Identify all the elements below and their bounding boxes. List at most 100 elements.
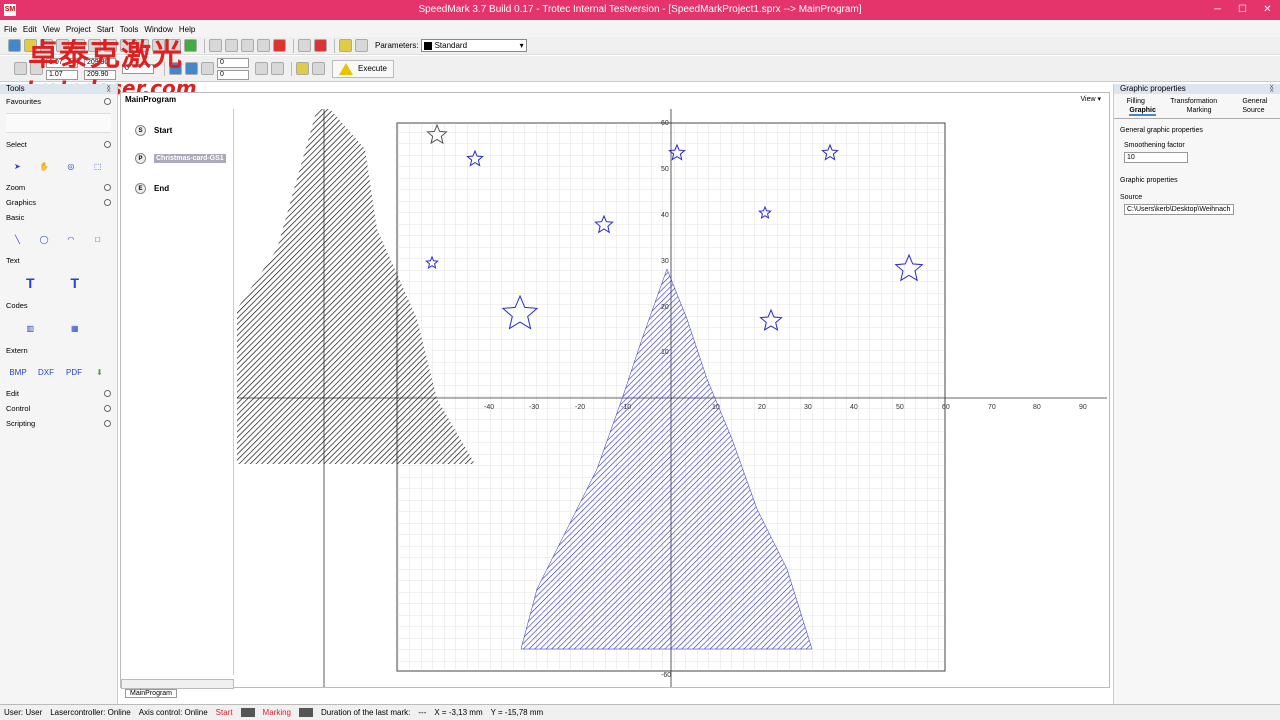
marquee-icon[interactable]: ⬚: [90, 158, 105, 174]
line-icon[interactable]: ╲: [10, 231, 25, 247]
main-toolbar: Parameters: Standard ▾: [0, 37, 1280, 55]
x-tick-label: -30: [529, 404, 539, 411]
section-select[interactable]: Select: [0, 137, 117, 152]
tab-marking[interactable]: Marking: [1187, 107, 1212, 116]
menu-file[interactable]: File: [4, 25, 17, 34]
section-codes: Codes: [0, 298, 117, 313]
chevron-down-icon[interactable]: [271, 62, 284, 75]
expand-icon[interactable]: [104, 98, 111, 105]
tab-graphic[interactable]: Graphic: [1129, 107, 1156, 116]
circle-icon[interactable]: ◯: [37, 231, 52, 247]
x-tick-label: 50: [896, 404, 904, 411]
qrcode-icon[interactable]: ▦: [67, 320, 83, 336]
tree-scrollbar[interactable]: [121, 679, 234, 689]
marking-indicator: [299, 708, 313, 717]
section-text: Text: [0, 253, 117, 268]
stop-icon[interactable]: [273, 39, 286, 52]
preview-eye-icon[interactable]: [298, 39, 311, 52]
pointer-icon[interactable]: ➤: [10, 158, 25, 174]
tab-source[interactable]: Source: [1242, 107, 1264, 116]
tab-filling[interactable]: Filling: [1127, 98, 1145, 105]
close-icon[interactable]: ✕: [1255, 0, 1280, 20]
codes-label: Codes: [6, 301, 28, 310]
graphics-label: Graphics: [6, 198, 37, 207]
expand-icon[interactable]: [104, 199, 111, 206]
pen-icon[interactable]: [296, 62, 309, 75]
settings-gear-icon[interactable]: [184, 39, 197, 52]
design-canvas[interactable]: -40 -30 -20 -10 10 20 30 40 50 60 70 80 90 60 50 40 30 2…: [237, 109, 1107, 687]
parameters-select[interactable]: Standard ▾: [420, 39, 527, 52]
expand-icon[interactable]: [104, 420, 111, 427]
tab-transformation[interactable]: Transformation: [1170, 98, 1217, 105]
offset-x-input[interactable]: 0: [217, 57, 249, 68]
tab-general[interactable]: General: [1242, 98, 1267, 105]
expand-icon[interactable]: [104, 405, 111, 412]
rotate-icon[interactable]: [255, 62, 268, 75]
tree-node-end[interactable]: E End: [135, 183, 169, 194]
section-favourites[interactable]: Favourites: [0, 94, 117, 109]
hand-icon[interactable]: ✋: [37, 158, 52, 174]
pdf-import-icon[interactable]: PDF: [66, 364, 82, 380]
align-left-icon[interactable]: [209, 39, 222, 52]
section-edit[interactable]: Edit: [0, 386, 117, 401]
arc-icon[interactable]: ◠: [64, 231, 79, 247]
align-center-icon[interactable]: [225, 39, 238, 52]
x-tick-label: -10: [621, 404, 631, 411]
mirror-vertical-icon[interactable]: [185, 62, 198, 75]
text-on-path-icon[interactable]: T: [67, 275, 83, 291]
control-label: Control: [6, 404, 31, 413]
source-input[interactable]: C:\Users\kerb\Desktop\Weihnach: [1124, 204, 1234, 215]
expand-icon[interactable]: [104, 184, 111, 191]
text-tools: T T: [0, 268, 117, 298]
extern-tools: BMP DXF PDF ⬇: [0, 358, 117, 386]
section-control[interactable]: Control: [0, 401, 117, 416]
menu-tools[interactable]: Tools: [120, 25, 139, 34]
record-icon[interactable]: [314, 39, 327, 52]
menu-window[interactable]: Window: [144, 25, 172, 34]
status-start: Start: [215, 708, 233, 717]
tab-mainprogram[interactable]: MainProgram: [125, 689, 178, 698]
menu-view[interactable]: View: [43, 25, 60, 34]
pin-icon[interactable]: ᛝ: [1269, 84, 1274, 94]
lasso-icon[interactable]: ◎: [64, 158, 79, 174]
x-tick-label: -40: [484, 404, 494, 411]
rectangle-icon[interactable]: □: [90, 231, 105, 247]
tools-header: Tools ᛝ: [0, 84, 117, 94]
new-project-icon[interactable]: [8, 39, 21, 52]
barcode-icon[interactable]: ▥: [22, 320, 38, 336]
menu-help[interactable]: Help: [179, 25, 195, 34]
minimize-icon[interactable]: ─: [1205, 0, 1230, 20]
offset-y-input[interactable]: 0: [217, 69, 249, 80]
x-tick-label: 90: [1079, 404, 1087, 411]
pin-icon[interactable]: ᛝ: [106, 84, 111, 94]
view-menu-button[interactable]: View ▾: [1080, 95, 1101, 103]
basic-label: Basic: [6, 213, 25, 222]
code-tools: ▥ ▦: [0, 313, 117, 343]
menu-edit[interactable]: Edit: [23, 25, 37, 34]
dxf-import-icon[interactable]: DXF: [38, 364, 54, 380]
section-zoom[interactable]: Zoom: [0, 180, 117, 195]
expand-icon[interactable]: [104, 141, 111, 148]
menu-project[interactable]: Project: [66, 25, 91, 34]
maximize-icon[interactable]: ☐: [1230, 0, 1255, 20]
align-top-icon[interactable]: [257, 39, 270, 52]
text-icon[interactable]: T: [22, 275, 38, 291]
execute-button[interactable]: Execute: [332, 59, 394, 78]
tree-node-pdf[interactable]: P Christmas-card-GS1: [135, 153, 226, 164]
expand-icon[interactable]: [104, 390, 111, 397]
menu-start[interactable]: Start: [97, 25, 114, 34]
laser-device-icon[interactable]: [312, 62, 325, 75]
status-duration-value: ---: [418, 708, 427, 717]
pencil-icon[interactable]: [339, 39, 352, 52]
section-graphics[interactable]: Graphics: [0, 195, 117, 210]
section-scripting[interactable]: Scripting: [0, 416, 117, 431]
smoothing-input[interactable]: 10: [1124, 152, 1188, 163]
anchor-icon[interactable]: [14, 62, 27, 75]
shear-icon[interactable]: [201, 62, 214, 75]
tree-node-start[interactable]: S Start: [135, 125, 172, 136]
trash-icon[interactable]: [355, 39, 368, 52]
align-right-icon[interactable]: [241, 39, 254, 52]
plugin-icon[interactable]: ⬇: [94, 364, 105, 380]
y-axis-bottom-label: -60: [661, 672, 671, 679]
bmp-import-icon[interactable]: BMP: [9, 364, 26, 380]
